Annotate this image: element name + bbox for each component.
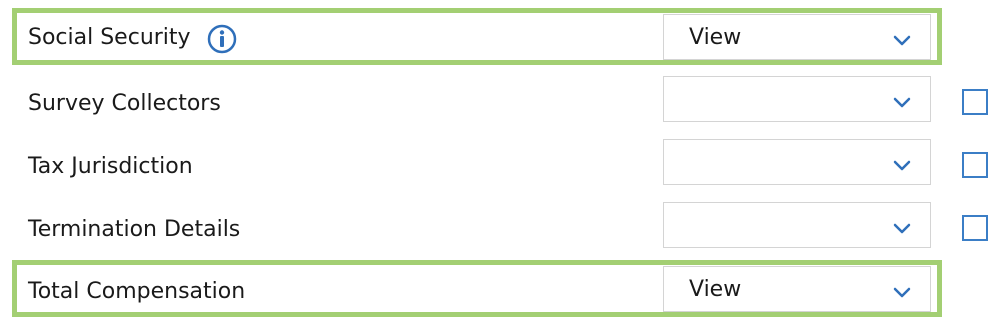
row-label: Tax Jurisdiction	[28, 154, 193, 179]
access-level-select[interactable]: View	[663, 14, 931, 60]
permission-row-survey-collectors: Survey Collectors	[0, 72, 1000, 135]
select-value: View	[689, 277, 742, 302]
access-level-select[interactable]	[663, 139, 931, 185]
row-label: Survey Collectors	[28, 91, 221, 116]
permission-row-tax-jurisdiction: Tax Jurisdiction	[0, 135, 1000, 198]
info-icon[interactable]	[207, 24, 237, 54]
chevron-down-icon	[892, 94, 912, 108]
row-checkbox[interactable]	[962, 89, 988, 115]
select-value: View	[689, 25, 742, 50]
chevron-down-icon	[892, 284, 912, 298]
row-label: Termination Details	[28, 217, 241, 242]
access-level-select[interactable]	[663, 202, 931, 248]
row-checkbox[interactable]	[962, 215, 988, 241]
row-label: Total Compensation	[28, 279, 246, 304]
permission-row-termination-details: Termination Details	[0, 198, 1000, 261]
chevron-down-icon	[892, 32, 912, 46]
permission-row-social-security: Social Security View	[0, 8, 1000, 71]
row-checkbox[interactable]	[962, 152, 988, 178]
access-level-select[interactable]: View	[663, 266, 931, 312]
permission-row-total-compensation: Total Compensation View	[0, 260, 1000, 323]
chevron-down-icon	[892, 157, 912, 171]
row-label: Social Security	[28, 25, 191, 50]
access-level-select[interactable]	[663, 76, 931, 122]
chevron-down-icon	[892, 220, 912, 234]
